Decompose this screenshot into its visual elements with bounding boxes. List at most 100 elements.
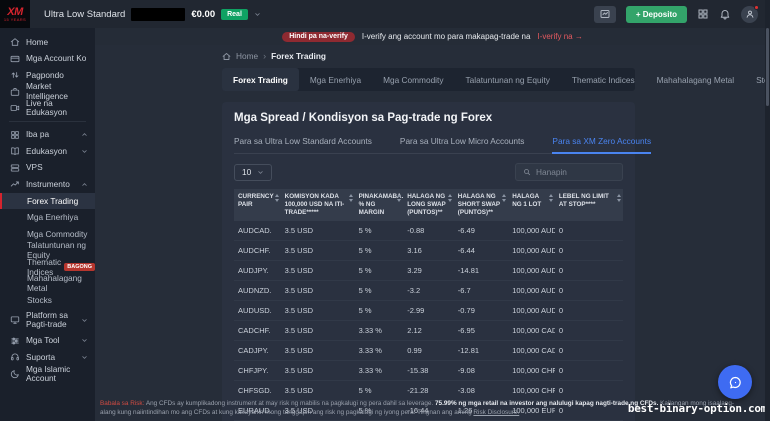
trending-chart-icon bbox=[10, 179, 20, 189]
sidebar-item-home[interactable]: Home bbox=[0, 34, 95, 51]
unverified-badge: Hindi pa na-verify bbox=[282, 32, 355, 42]
sidebar-group-instruments[interactable]: Instrumento bbox=[0, 176, 95, 193]
chat-button[interactable] bbox=[718, 365, 752, 399]
sidebar-group-trading-platforms[interactable]: Platform sa Pagti-trade bbox=[0, 308, 95, 333]
chevron-down-icon bbox=[81, 148, 88, 155]
header-short-swap[interactable]: HALAGA NG SHORT SWAP (PUNTOS)** bbox=[454, 189, 508, 221]
tab-equity-indices[interactable]: Talatuntunan ng Equity bbox=[454, 68, 560, 91]
header-long-swap[interactable]: HALAGA NG LONG SWAP (PUNTOS)** bbox=[403, 189, 454, 221]
sidebar-group-tools[interactable]: Mga Tool bbox=[0, 333, 95, 350]
sort-icon bbox=[617, 194, 621, 202]
header-currency-pair[interactable]: CURRENCY PAIR bbox=[234, 189, 281, 221]
chevron-up-icon bbox=[81, 181, 88, 188]
chevron-right-icon: › bbox=[263, 51, 266, 61]
tab-commodities[interactable]: Mga Commodity bbox=[372, 68, 454, 91]
sidebar-divider bbox=[9, 121, 86, 122]
table-header-row: CURRENCY PAIR KOMISYON KADA 100,000 USD … bbox=[234, 189, 623, 221]
spreads-table: CURRENCY PAIR KOMISYON KADA 100,000 USD … bbox=[234, 189, 623, 421]
subtab-ultra-low-standard[interactable]: Para sa Ultra Low Standard Accounts bbox=[234, 136, 372, 153]
sort-icon bbox=[448, 194, 452, 202]
sidebar-item-energies[interactable]: Mga Enerhiya bbox=[0, 209, 95, 226]
header-commission[interactable]: KOMISYON KADA 100,000 USD NA ITI-TRADE**… bbox=[281, 189, 355, 221]
scrollbar-thumb[interactable] bbox=[766, 28, 769, 106]
account-selector[interactable]: Ultra Low Standard €0.00 Real bbox=[44, 8, 261, 21]
sidebar-item-islamic-account[interactable]: Mga Islamic Account bbox=[0, 366, 95, 383]
tab-precious-metals[interactable]: Mahahalagang Metal bbox=[646, 68, 746, 91]
tab-energies[interactable]: Mga Enerhiya bbox=[299, 68, 372, 91]
new-badge: BAGONG bbox=[64, 263, 95, 271]
tab-thematic-indices[interactable]: Thematic Indices bbox=[561, 68, 646, 91]
spreads-card: Mga Spread / Kondisyon sa Pag-trade ng F… bbox=[222, 102, 635, 421]
search-icon bbox=[523, 168, 531, 176]
table-row: AUDCHF.3.5 USD5 %3.16-6.44100,000 AUD0 bbox=[234, 240, 623, 260]
sidebar-item-live-education[interactable]: Live na Edukasyon bbox=[0, 100, 95, 117]
chevron-down-icon bbox=[81, 337, 88, 344]
table-row: CHFJPY.3.5 USD3.33 %-15.38-9.08100,000 C… bbox=[234, 360, 623, 380]
header-limit-stop-level[interactable]: LEBEL NG LIMIT AT STOP**** bbox=[555, 189, 623, 221]
page-scrollbar[interactable] bbox=[765, 0, 770, 421]
search-input[interactable] bbox=[536, 167, 615, 177]
home-icon bbox=[222, 52, 231, 61]
xm-logo-text: XM bbox=[7, 7, 23, 17]
sidebar-group-education[interactable]: Edukasyon bbox=[0, 143, 95, 160]
webtrader-button[interactable] bbox=[594, 6, 616, 23]
table-row: CADCHF.3.5 USD3.33 %2.12-6.95100,000 CAD… bbox=[234, 320, 623, 340]
page-title: Mga Spread / Kondisyon sa Pag-trade ng F… bbox=[234, 112, 623, 124]
instrument-tabs: Forex Trading Mga Enerhiya Mga Commodity… bbox=[222, 68, 635, 91]
person-icon bbox=[745, 9, 755, 19]
deposit-button[interactable]: + Deposito bbox=[626, 6, 687, 23]
briefcase-icon bbox=[10, 87, 20, 97]
risk-warning-statistic: 75.99% ng mga retail na investor ang nal… bbox=[435, 400, 658, 407]
tools-icon bbox=[10, 336, 20, 346]
chart-window-icon bbox=[599, 8, 611, 20]
chevron-down-icon bbox=[81, 354, 88, 361]
chevron-down-icon bbox=[254, 11, 261, 18]
breadcrumb-home[interactable]: Home bbox=[236, 51, 258, 61]
apps-grid-icon[interactable] bbox=[697, 8, 709, 20]
header-lot-value[interactable]: HALAGA NG 1 LOT bbox=[508, 189, 555, 221]
grid-icon bbox=[10, 130, 20, 140]
home-icon bbox=[10, 37, 20, 47]
subtab-ultra-low-micro[interactable]: Para sa Ultra Low Micro Accounts bbox=[400, 136, 525, 153]
header-margin[interactable]: PINAKAMABA... % NG MARGIN bbox=[355, 189, 404, 221]
breadcrumb: Home › Forex Trading bbox=[222, 45, 635, 68]
risk-disclosure-link[interactable]: Risk Disclosure. bbox=[473, 409, 519, 416]
top-bar: XM 15 YEARS Ultra Low Standard €0.00 Rea… bbox=[0, 0, 770, 28]
sort-icon bbox=[502, 194, 506, 202]
user-avatar[interactable] bbox=[741, 6, 758, 23]
sidebar-item-precious-metals[interactable]: Mahahalagang Metal bbox=[0, 275, 95, 292]
table-row: CHFSGD.3.5 USD5 %-21.28-3.08100,000 CHF0 bbox=[234, 380, 623, 400]
sort-icon bbox=[275, 194, 279, 202]
search-box[interactable] bbox=[515, 163, 623, 181]
breadcrumb-current: Forex Trading bbox=[271, 51, 326, 61]
sidebar-item-accounts[interactable]: Mga Account Ko bbox=[0, 51, 95, 68]
chevron-down-icon bbox=[81, 317, 88, 324]
monitor-icon bbox=[10, 315, 20, 325]
chat-bubble-icon bbox=[728, 375, 743, 390]
table-row: AUDNZD.3.5 USD5 %-3.2-6.7100,000 AUD0 bbox=[234, 280, 623, 300]
sidebar-item-stocks[interactable]: Stocks bbox=[0, 292, 95, 309]
sidebar-item-forex-trading[interactable]: Forex Trading bbox=[0, 193, 95, 210]
chevron-up-icon bbox=[81, 131, 88, 138]
chevron-down-icon bbox=[257, 169, 264, 176]
account-type-label: Ultra Low Standard bbox=[44, 9, 125, 20]
table-row: AUDUSD.3.5 USD5 %-2.99-0.79100,000 AUD0 bbox=[234, 300, 623, 320]
tab-forex-trading[interactable]: Forex Trading bbox=[222, 68, 299, 91]
subtab-xm-zero[interactable]: Para sa XM Zero Accounts bbox=[552, 136, 651, 154]
sidebar-item-vps[interactable]: VPS bbox=[0, 160, 95, 177]
headset-icon bbox=[10, 352, 20, 362]
video-icon bbox=[10, 103, 20, 113]
notification-dot bbox=[754, 5, 759, 10]
watermark: best-binary-option.com bbox=[628, 402, 767, 415]
verify-now-link[interactable]: I-verify na → bbox=[537, 32, 582, 41]
table-row: AUDCAD.3.5 USD5 %-0.88-6.49100,000 AUD0 bbox=[234, 221, 623, 241]
xm-logo[interactable]: XM 15 YEARS bbox=[0, 0, 30, 28]
card-icon bbox=[10, 54, 20, 64]
sidebar-group-more[interactable]: Iba pa bbox=[0, 127, 95, 144]
bell-icon[interactable] bbox=[719, 8, 731, 20]
sort-icon bbox=[349, 194, 353, 202]
page-size-select[interactable]: 10 bbox=[234, 164, 272, 181]
account-type-subtabs: Para sa Ultra Low Standard Accounts Para… bbox=[234, 136, 623, 154]
server-icon bbox=[10, 163, 20, 173]
risk-warning-prefix: Babala sa Risk: bbox=[100, 400, 144, 407]
